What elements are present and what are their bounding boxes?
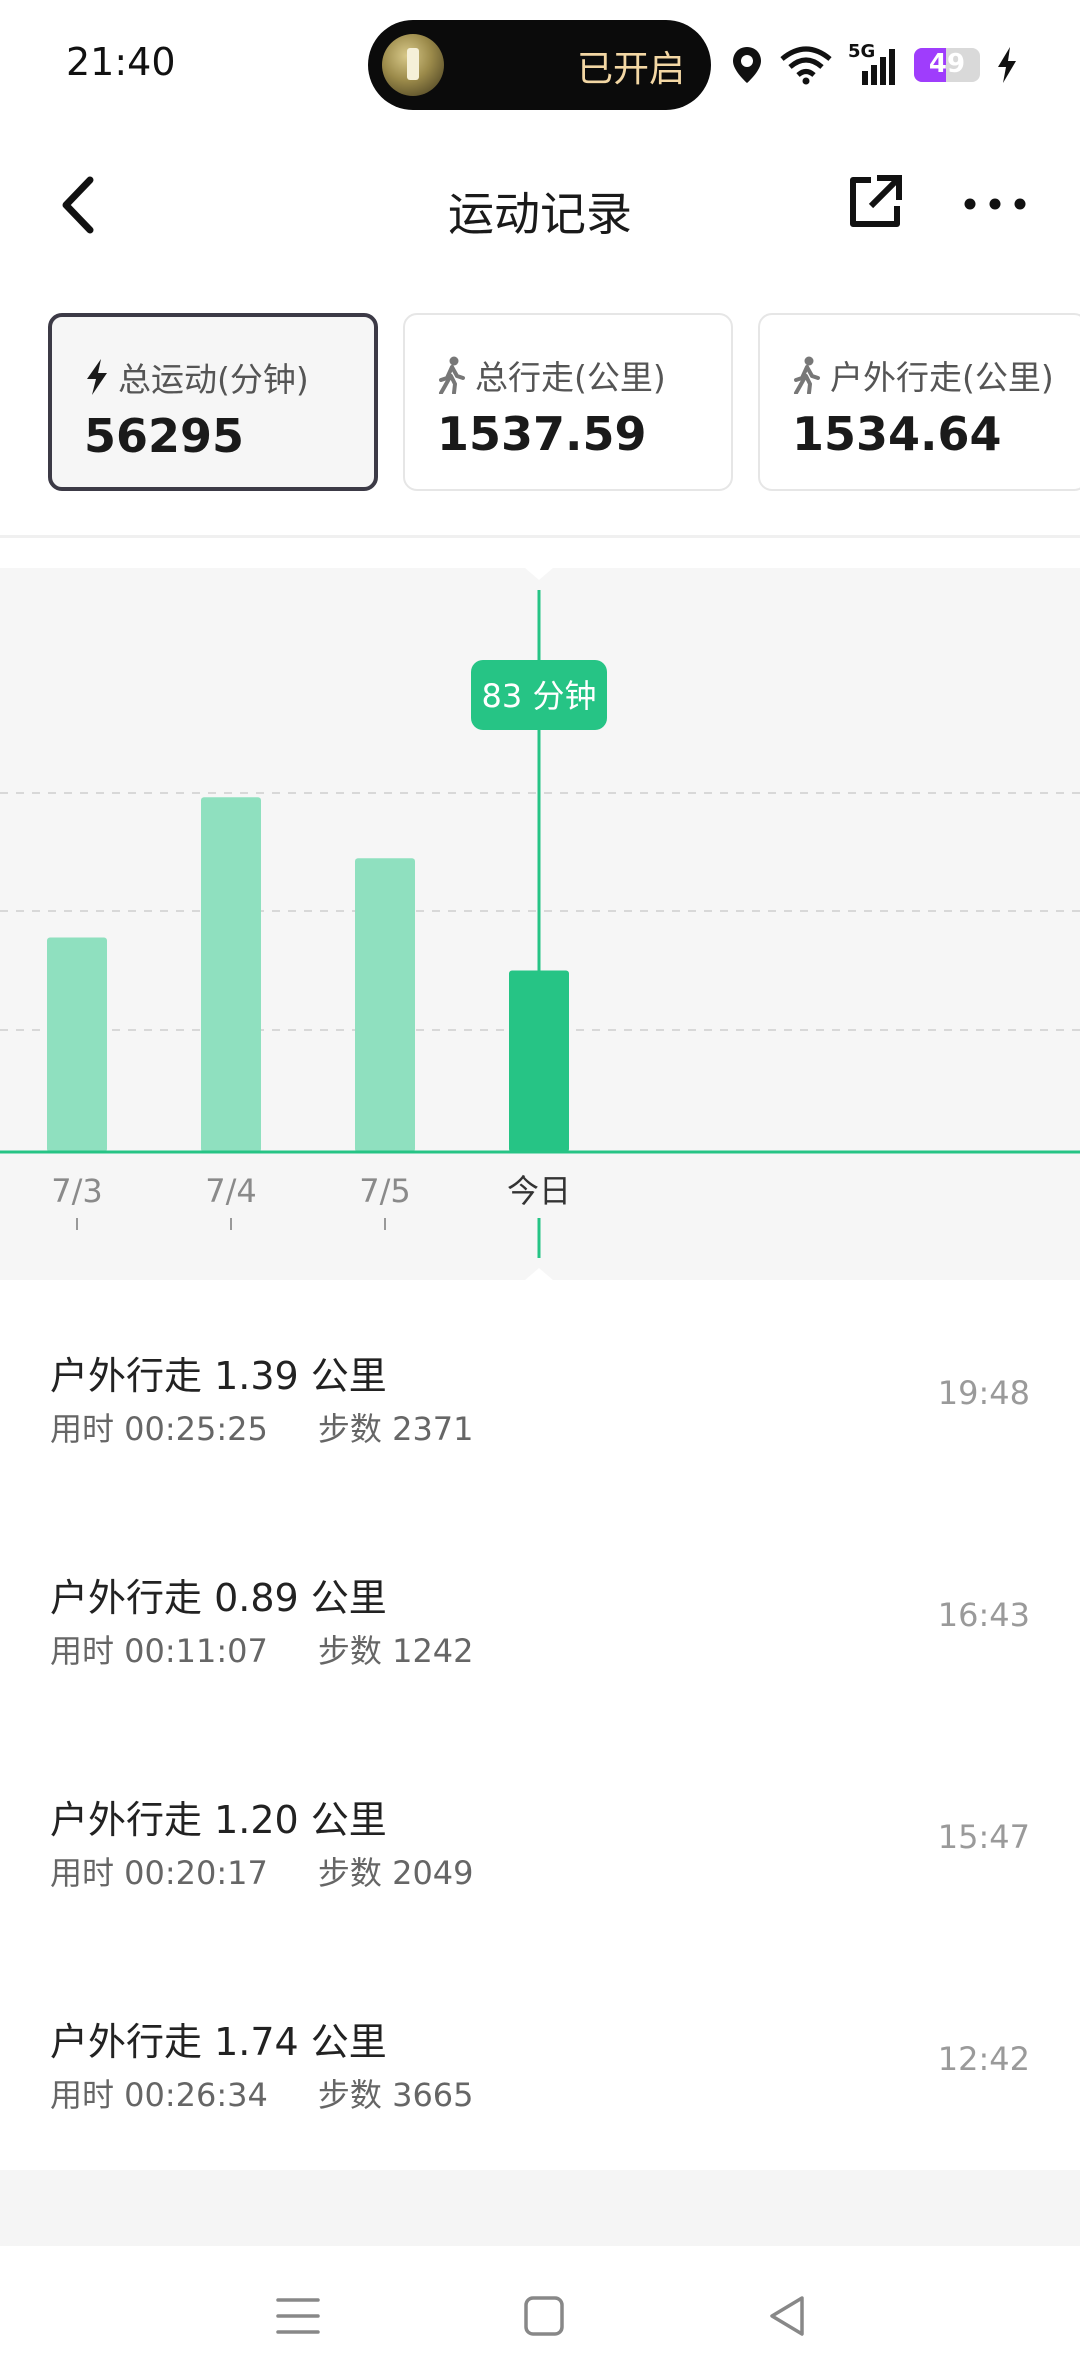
record-time: 19:48 [937,1374,1030,1412]
chart-tick-label: 7/3 [51,1172,103,1210]
walking-person-icon [794,356,820,394]
stat-value: 1534.64 [792,407,1002,461]
lightning-icon [87,359,107,395]
battery-indicator: 49 [914,48,980,82]
page-title: 运动记录 [448,187,632,241]
record-steps: 步数 1242 [317,1632,474,1670]
share-icon[interactable] [845,172,905,232]
cellular-signal: 5G [848,41,898,85]
stat-label: 总运动(分钟) [118,360,309,399]
menu-icon[interactable] [268,2286,328,2346]
location-icon [733,47,761,83]
battery-level: 49 [928,49,966,79]
stat-card-total-exercise[interactable]: 总运动(分钟) 56295 [48,313,378,491]
flashlight-icon [382,34,444,96]
chart-bar [201,797,261,1152]
status-time: 21:40 [66,40,176,84]
wifi-icon [780,46,832,85]
stat-label-row: 总运动(分钟) [84,353,309,401]
record-duration: 用时 00:26:34 [50,2076,268,2114]
chart-bar [509,970,569,1152]
list-item[interactable]: 户外行走 1.39 公里 用时 00:25:25 步数 2371 19:48 [0,1280,1080,1502]
list-item[interactable]: 户外行走 1.74 公里 用时 00:26:34 步数 3665 12:42 [0,1946,1080,2168]
record-title: 户外行走 0.89 公里 [50,1576,387,1620]
stat-card-total-walking[interactable]: 总行走(公里) 1537.59 [403,313,733,491]
chart-tick-label: 7/4 [205,1172,257,1210]
stat-card-outdoor-walking[interactable]: 户外行走(公里) 1534.64 [758,313,1080,491]
record-duration: 用时 00:25:25 [50,1410,268,1448]
record-title: 户外行走 1.74 公里 [50,2020,387,2064]
stat-label-row: 户外行走(公里) [792,351,1054,399]
chart-tick-label: 7/5 [359,1172,411,1210]
record-duration: 用时 00:20:17 [50,1854,268,1892]
record-duration: 用时 00:11:07 [50,1632,268,1670]
record-details: 用时 00:26:34 步数 3665 [50,2070,474,2116]
back-triangle-icon[interactable] [758,2286,818,2346]
stat-label: 总行走(公里) [475,358,666,397]
record-steps: 步数 2371 [317,1410,474,1448]
exercise-records-list: 户外行走 1.39 公里 用时 00:25:25 步数 2371 19:48 户… [0,1280,1080,2170]
chart-bar [47,937,107,1152]
section-divider [0,535,1080,538]
record-details: 用时 00:25:25 步数 2371 [50,1404,474,1450]
list-footer-spacer [0,2170,1080,2246]
stat-cards: 总运动(分钟) 56295 总行走(公里) 1537.59 户外行走(公里) 1… [0,310,1080,495]
record-title: 户外行走 1.39 公里 [50,1354,387,1398]
app-header: 运动记录 [0,140,1080,270]
chart-tick-label: 今日 [507,1172,571,1210]
list-item[interactable]: 户外行走 1.20 公里 用时 00:20:17 步数 2049 15:47 [0,1724,1080,1946]
flashlight-pill[interactable]: 已开启 [368,20,711,110]
record-time: 16:43 [937,1596,1030,1634]
status-bar: 21:40 已开启 5G 49 [0,0,1080,130]
exercise-chart[interactable]: 7/3 7/4 7/5 今日 83 分钟 [0,568,1080,1280]
charging-icon [998,47,1016,83]
system-nav-bar [0,2246,1080,2376]
record-time: 15:47 [937,1818,1030,1856]
chart-tooltip-label: 83 分钟 [482,677,597,715]
home-icon[interactable] [514,2286,574,2346]
bar-chart[interactable]: 7/3 7/4 7/5 今日 83 分钟 [0,568,1080,1280]
chart-bar [355,858,415,1152]
flashlight-status: 已开启 [576,49,685,90]
walking-person-icon [439,356,465,394]
record-details: 用时 00:20:17 步数 2049 [50,1848,474,1894]
record-steps: 步数 3665 [317,2076,474,2114]
stat-value: 1537.59 [437,407,647,461]
status-icons: 5G 49 [730,40,1018,90]
more-options-icon[interactable] [960,172,1030,232]
chart-notch-bottom [525,1268,553,1280]
record-title: 户外行走 1.20 公里 [50,1798,387,1842]
stat-value: 56295 [84,409,245,463]
list-item[interactable]: 户外行走 0.89 公里 用时 00:11:07 步数 1242 16:43 [0,1502,1080,1724]
signal-bars-icon [862,49,895,85]
record-time: 12:42 [937,2040,1030,2078]
stat-label: 户外行走(公里) [830,358,1054,397]
chart-notch-top [525,568,553,580]
record-details: 用时 00:11:07 步数 1242 [50,1626,474,1672]
record-steps: 步数 2049 [317,1854,474,1892]
stat-label-row: 总行走(公里) [437,351,666,399]
